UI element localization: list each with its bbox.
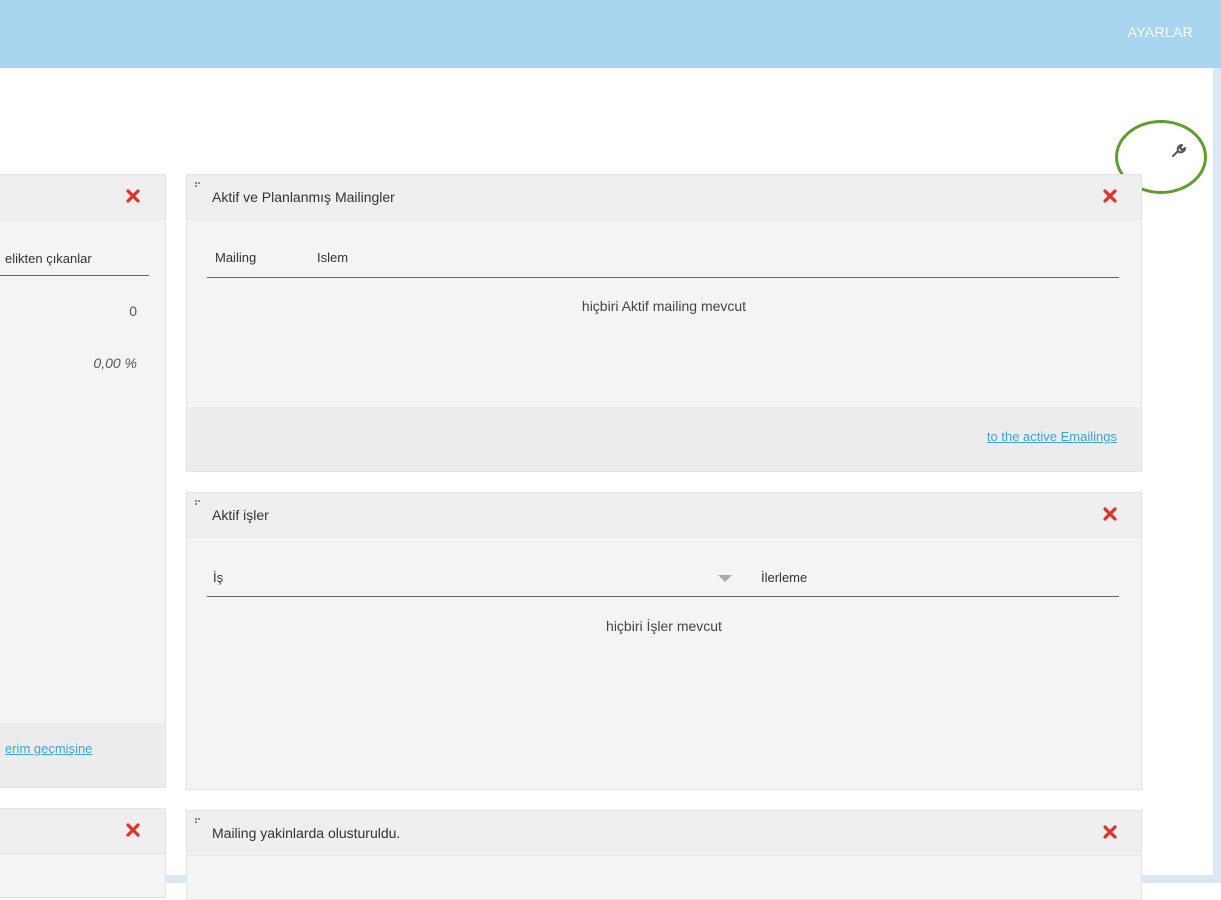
panel-title: Aktif işler xyxy=(212,507,269,523)
drag-handle-icon[interactable] xyxy=(195,818,202,825)
close-icon[interactable] xyxy=(125,188,141,204)
column-header-mailing[interactable]: Mailing xyxy=(215,250,256,265)
column-divider xyxy=(0,275,149,276)
wrench-icon[interactable] xyxy=(1168,140,1188,160)
panel-header xyxy=(0,809,165,854)
panel-title: Aktif ve Planlanmış Mailingler xyxy=(212,189,395,205)
drag-handle-icon[interactable] xyxy=(195,500,202,507)
left-lower-panel xyxy=(0,808,166,898)
unsubscribed-column-header: elikten çıkanlar xyxy=(5,251,92,266)
panel-header: Aktif ve Planlanmış Mailingler xyxy=(187,175,1141,220)
empty-state-message: hiçbiri İşler mevcut xyxy=(606,618,722,634)
settings-menu-link[interactable]: AYARLAR xyxy=(1128,24,1193,40)
empty-state-message: hiçbiri Aktif mailing mevcut xyxy=(581,298,747,314)
close-icon[interactable] xyxy=(125,822,141,838)
active-jobs-panel: Aktif işler İş İlerleme hiçbiri İşler me… xyxy=(186,492,1142,790)
statistics-panel: elikten çıkanlar 0 0,00 % erim geçmişine xyxy=(0,174,166,788)
active-mailings-panel: Aktif ve Planlanmış Mailingler Mailing I… xyxy=(186,174,1142,472)
history-link[interactable]: erim geçmişine xyxy=(5,741,92,756)
column-header-islem[interactable]: Islem xyxy=(317,250,348,265)
sort-descending-icon[interactable] xyxy=(718,575,732,583)
close-icon[interactable] xyxy=(1102,824,1118,840)
unsubscribed-count: 0 xyxy=(129,303,137,319)
close-icon[interactable] xyxy=(1102,188,1118,204)
recent-mailings-panel: Mailing yakinlarda olusturuldu. xyxy=(186,810,1142,900)
top-bar: AYARLAR xyxy=(0,0,1221,68)
active-emailings-link[interactable]: to the active Emailings xyxy=(987,429,1117,444)
panel-header: Aktif işler xyxy=(187,493,1141,538)
column-header-job[interactable]: İş xyxy=(213,570,223,585)
column-divider xyxy=(207,596,1119,597)
panel-title: Mailing yakinlarda olusturuldu. xyxy=(212,825,401,841)
close-icon[interactable] xyxy=(1102,506,1118,522)
column-divider xyxy=(207,277,1119,278)
panel-header: Mailing yakinlarda olusturuldu. xyxy=(187,811,1141,856)
drag-handle-icon[interactable] xyxy=(195,182,202,189)
column-header-progress[interactable]: İlerleme xyxy=(761,570,807,585)
panel-header xyxy=(0,175,165,220)
unsubscribed-percent: 0,00 % xyxy=(93,355,137,371)
